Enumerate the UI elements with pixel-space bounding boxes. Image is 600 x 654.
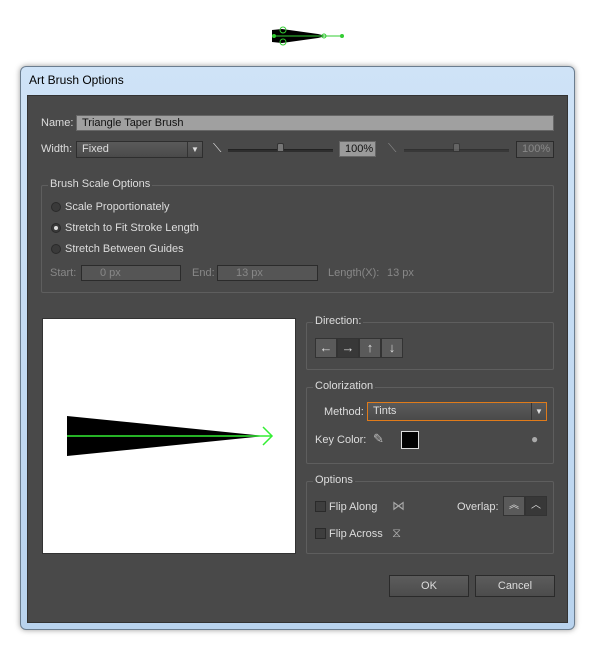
length-label: Length(X): <box>328 267 380 279</box>
flip-along-checkbox[interactable] <box>315 501 326 512</box>
flip-across-label: Flip Across <box>329 528 383 540</box>
ok-button[interactable]: OK <box>389 575 469 597</box>
direction-title: Direction: <box>313 315 364 327</box>
radio-label: Stretch to Fit Stroke Length <box>65 222 199 234</box>
options-group: Options Flip Along ⋈ Flip Across ⧖ Overl… <box>306 474 554 554</box>
dialog-title: Art Brush Options <box>29 73 124 87</box>
width-slider-2-handle[interactable] <box>453 143 460 152</box>
arrow-left-icon[interactable]: ← <box>315 338 337 358</box>
cancel-button[interactable]: Cancel <box>475 575 555 597</box>
length-value: 13 px <box>387 267 414 279</box>
key-color-label: Key Color: <box>315 434 367 446</box>
dialog-body: Name: Triangle Taper Brush Width: Fixed ▼… <box>27 95 568 623</box>
radio-stretch-to-fit[interactable] <box>51 223 61 233</box>
flip-across-checkbox[interactable] <box>315 528 326 539</box>
preview-art <box>67 416 274 456</box>
overlap-none-icon[interactable]: ︿ <box>525 496 547 516</box>
width-min-icon: ⟍ <box>213 141 222 155</box>
flip-along-label: Flip Along <box>329 501 378 513</box>
width-slider-handle[interactable] <box>277 143 284 152</box>
brush-scale-options-group: Brush Scale Options Scale Proportionatel… <box>41 178 554 293</box>
end-label: End: <box>192 267 215 279</box>
width-value-input[interactable]: 100% <box>339 141 376 157</box>
width-label: Width: <box>41 143 73 155</box>
art-brush-options-dialog: Art Brush Options Name: Triangle Taper B… <box>20 66 575 630</box>
width-value-2-input[interactable]: 100% <box>516 141 554 158</box>
name-input[interactable]: Triangle Taper Brush <box>76 115 554 131</box>
direction-group: Direction: ← → ↑ ↓ <box>306 315 554 370</box>
method-dropdown[interactable]: Tints ▼ <box>367 402 547 421</box>
colorization-group: Colorization Method: Tints ▼ Key Color: ✎… <box>306 380 554 464</box>
start-label: Start: <box>50 267 77 279</box>
radio-stretch-between-guides[interactable] <box>51 244 61 254</box>
flip-along-icon: ⋈ <box>392 498 405 513</box>
arrow-up-icon[interactable]: ↑ <box>359 338 381 358</box>
overlap-label: Overlap: <box>457 501 499 513</box>
brush-thumbnail <box>272 26 344 46</box>
chevron-down-icon: ▼ <box>187 142 202 157</box>
colorization-title: Colorization <box>313 380 376 392</box>
options-title: Options <box>313 474 355 486</box>
width-dropdown[interactable]: Fixed ▼ <box>76 141 203 158</box>
start-input[interactable]: 0 px <box>81 265 181 281</box>
arrow-right-icon[interactable]: → <box>337 338 359 358</box>
lightbulb-icon[interactable]: ● <box>531 432 538 446</box>
radio-scale-proportionately[interactable] <box>51 202 61 212</box>
eyedropper-icon[interactable]: ✎ <box>373 431 384 447</box>
chevron-down-icon: ▼ <box>531 403 546 420</box>
brush-scale-title: Brush Scale Options <box>48 178 153 190</box>
method-selected: Tints <box>373 405 397 417</box>
width-selected: Fixed <box>82 143 109 155</box>
name-label: Name: <box>41 117 74 129</box>
key-color-swatch[interactable] <box>401 431 419 449</box>
method-label: Method: <box>324 406 364 418</box>
end-input[interactable]: 13 px <box>217 265 318 281</box>
arrow-down-icon[interactable]: ↓ <box>381 338 403 358</box>
radio-label: Stretch Between Guides <box>65 243 184 255</box>
width-max-icon: ⟍ <box>388 141 397 155</box>
brush-preview <box>42 318 296 554</box>
overlap-adjust-icon[interactable]: ︽ <box>503 496 525 516</box>
radio-label: Scale Proportionately <box>65 201 170 213</box>
flip-across-icon: ⧖ <box>392 525 402 540</box>
direction-buttons: ← → ↑ ↓ <box>315 338 403 358</box>
